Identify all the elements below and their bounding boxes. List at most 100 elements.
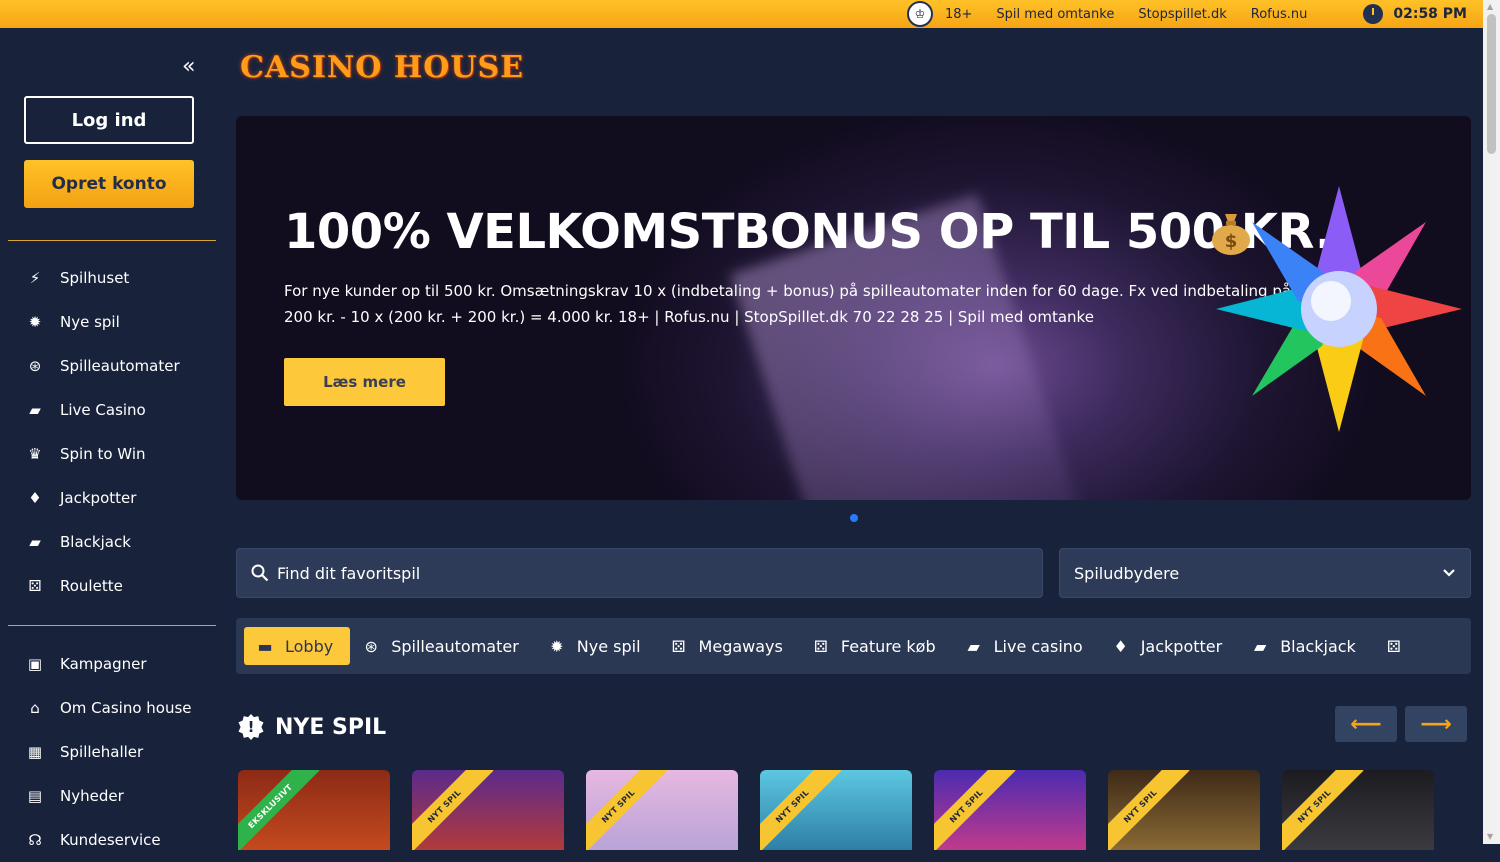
tile-ribbon: NYT SPIL — [1108, 770, 1190, 850]
dice-icon: ⚄ — [813, 636, 828, 656]
tab-megaways[interactable]: ⚄ Megaways — [658, 627, 800, 665]
chevron-down-icon — [1443, 569, 1455, 577]
newspaper-icon: ▤ — [27, 787, 43, 805]
sidebar-item-jackpotter[interactable]: ♦ Jackpotter — [0, 476, 224, 520]
sidebar-divider — [8, 240, 216, 241]
sidebar-item-label: Om Casino house — [60, 699, 192, 717]
starburst-gem-icon — [1216, 186, 1462, 432]
game-tile[interactable]: NYT SPIL — [934, 770, 1086, 850]
sidebar-item-spilleautomater[interactable]: ⊛ Spilleautomater — [0, 344, 224, 388]
sidebar-item-label: Kampagner — [60, 655, 147, 673]
sidebar-divider — [8, 625, 216, 626]
tile-ribbon: NYT SPIL — [412, 770, 494, 850]
building-icon: ▦ — [27, 743, 43, 761]
sidebar-item-roulette[interactable]: ⚄ Roulette — [0, 564, 224, 608]
tab-nye-spil[interactable]: ✹ Nye spil — [536, 627, 658, 665]
sidebar-item-label: Blackjack — [60, 533, 131, 551]
sidebar-item-label: Spin to Win — [60, 445, 146, 463]
sidebar-nav-main: ⚡ Spilhuset ✹ Nye spil ⊛ Spilleautomater… — [0, 256, 224, 608]
sidebar-item-label: Nye spil — [60, 313, 120, 331]
sidebar-item-label: Live Casino — [60, 401, 146, 419]
cards-icon: ▰ — [29, 401, 41, 419]
cards-icon: ▰ — [1254, 636, 1267, 656]
sidebar: « Log ind Opret konto ⚡ Spilhuset ✹ Nye … — [0, 28, 224, 849]
collapse-sidebar-icon[interactable]: « — [182, 54, 195, 79]
new-badge-icon: ! — [238, 714, 264, 740]
license-seal-icon[interactable]: ♔ — [906, 1, 933, 27]
section-title: NYE SPIL — [275, 714, 387, 740]
cards-icon: ▰ — [967, 636, 980, 656]
link-stopspillet[interactable]: Stopspillet.dk — [1138, 7, 1226, 22]
section-header: ! NYE SPIL — [238, 714, 386, 740]
tab-label: Feature køb — [840, 636, 936, 656]
tab-label: Megaways — [698, 636, 783, 656]
sidebar-item-label: Spillehaller — [60, 743, 144, 761]
tab-live-casino[interactable]: ▰ Live casino — [953, 627, 1100, 665]
sidebar-item-kampagner[interactable]: ▣ Kampagner — [0, 642, 224, 686]
sidebar-item-label: Spilhuset — [60, 269, 130, 287]
sidebar-item-blackjack[interactable]: ▰ Blackjack — [0, 520, 224, 564]
sidebar-item-nye-spil[interactable]: ✹ Nye spil — [0, 300, 224, 344]
home-icon: ⌂ — [30, 699, 40, 717]
game-tile[interactable]: NYT SPIL — [760, 770, 912, 850]
tab-label: Jackpotter — [1140, 636, 1223, 656]
age-limit: 18+ — [944, 6, 973, 22]
scrollbar-thumb[interactable] — [1487, 14, 1496, 154]
game-tile[interactable]: NYT SPIL — [412, 770, 564, 850]
sidebar-item-label: Spilleautomater — [60, 357, 180, 375]
sidebar-item-om-casino-house[interactable]: ⌂ Om Casino house — [0, 686, 224, 730]
sidebar-item-label: Jackpotter — [60, 489, 137, 507]
game-tile[interactable]: NYT SPIL — [586, 770, 738, 850]
sidebar-nav-secondary: ▣ Kampagner ⌂ Om Casino house ▦ Spilleha… — [0, 642, 224, 862]
tab-blackjack[interactable]: ▰ Blackjack — [1239, 627, 1373, 665]
tile-ribbon: NYT SPIL — [934, 770, 1016, 850]
tab-roulette[interactable]: ⚄ — [1373, 627, 1431, 665]
sidebar-item-spillehaller[interactable]: ▦ Spillehaller — [0, 730, 224, 774]
scroll-right-button[interactable]: ⟶ — [1405, 706, 1467, 742]
sidebar-item-label: Nyheder — [60, 787, 124, 805]
new-badge-icon: ✹ — [28, 313, 42, 331]
page-scrollbar[interactable]: ▲ ▼ — [1483, 0, 1500, 844]
search-icon — [251, 564, 269, 582]
link-rofus[interactable]: Rofus.nu — [1251, 7, 1308, 22]
sidebar-item-live-casino[interactable]: ▰ Live Casino — [0, 388, 224, 432]
scroll-left-button[interactable]: ⟵ — [1335, 706, 1397, 742]
tab-feature-koeb[interactable]: ⚄ Feature køb — [800, 627, 953, 665]
tab-spilleautomater[interactable]: ⊛ Spilleautomater — [350, 627, 536, 665]
sidebar-item-nyheder[interactable]: ▤ Nyheder — [0, 774, 224, 818]
sidebar-item-spilhuset[interactable]: ⚡ Spilhuset — [0, 256, 224, 300]
new-badge-icon: ✹ — [550, 636, 564, 656]
scroll-down-arrow-icon[interactable]: ▼ — [1487, 832, 1493, 841]
carousel-dot[interactable] — [850, 514, 858, 522]
sidebar-item-kundeservice[interactable]: ☊ Kundeservice — [0, 818, 224, 862]
game-tile[interactable]: EKSKLUSIVT — [238, 770, 390, 850]
trophy-icon: ♛ — [28, 445, 42, 463]
sidebar-item-label: Kundeservice — [60, 831, 161, 849]
tile-ribbon: NYT SPIL — [586, 770, 668, 850]
signup-button[interactable]: Opret konto — [24, 160, 194, 208]
scroll-up-arrow-icon[interactable]: ▲ — [1487, 2, 1493, 11]
login-button[interactable]: Log ind — [24, 96, 194, 144]
tab-label: Live casino — [993, 636, 1083, 656]
tile-ribbon: EKSKLUSIVT — [238, 770, 320, 850]
lightning-icon: ⚡ — [29, 269, 41, 287]
search-field[interactable]: Find dit favoritspil — [236, 548, 1043, 598]
read-more-button[interactable]: Læs mere — [284, 358, 445, 406]
hero-banner: 100% VELKOMSTBONUS OP TIL 500 KR. $ For … — [236, 116, 1471, 500]
sidebar-item-spin-to-win[interactable]: ♛ Spin to Win — [0, 432, 224, 476]
dice-icon: ⚄ — [28, 577, 42, 595]
tab-lobby[interactable]: ▬ Lobby — [244, 627, 351, 665]
slot-chip-icon: ⊛ — [28, 357, 42, 375]
game-tile[interactable]: NYT SPIL — [1282, 770, 1434, 850]
link-spil-med-omtanke[interactable]: Spil med omtanke — [996, 7, 1114, 22]
tab-jackpotter[interactable]: ♦ Jackpotter — [1100, 627, 1240, 665]
hero-terms: For nye kunder op til 500 kr. Omsætnings… — [284, 282, 1292, 326]
diamond-icon: ♦ — [1113, 636, 1128, 656]
tab-label: Blackjack — [1280, 636, 1356, 656]
provider-select[interactable]: Spiludbydere — [1059, 548, 1471, 598]
game-tile[interactable]: NYT SPIL — [1108, 770, 1260, 850]
category-tabs: ▬ Lobby ⊛ Spilleautomater ✹ Nye spil ⚄ M… — [236, 618, 1471, 674]
hero-title: 100% VELKOMSTBONUS OP TIL 500 KR. — [284, 204, 1333, 260]
lobby-icon: ▬ — [257, 636, 273, 656]
casino-house-logo[interactable]: CASINO HOUSE — [240, 50, 524, 85]
